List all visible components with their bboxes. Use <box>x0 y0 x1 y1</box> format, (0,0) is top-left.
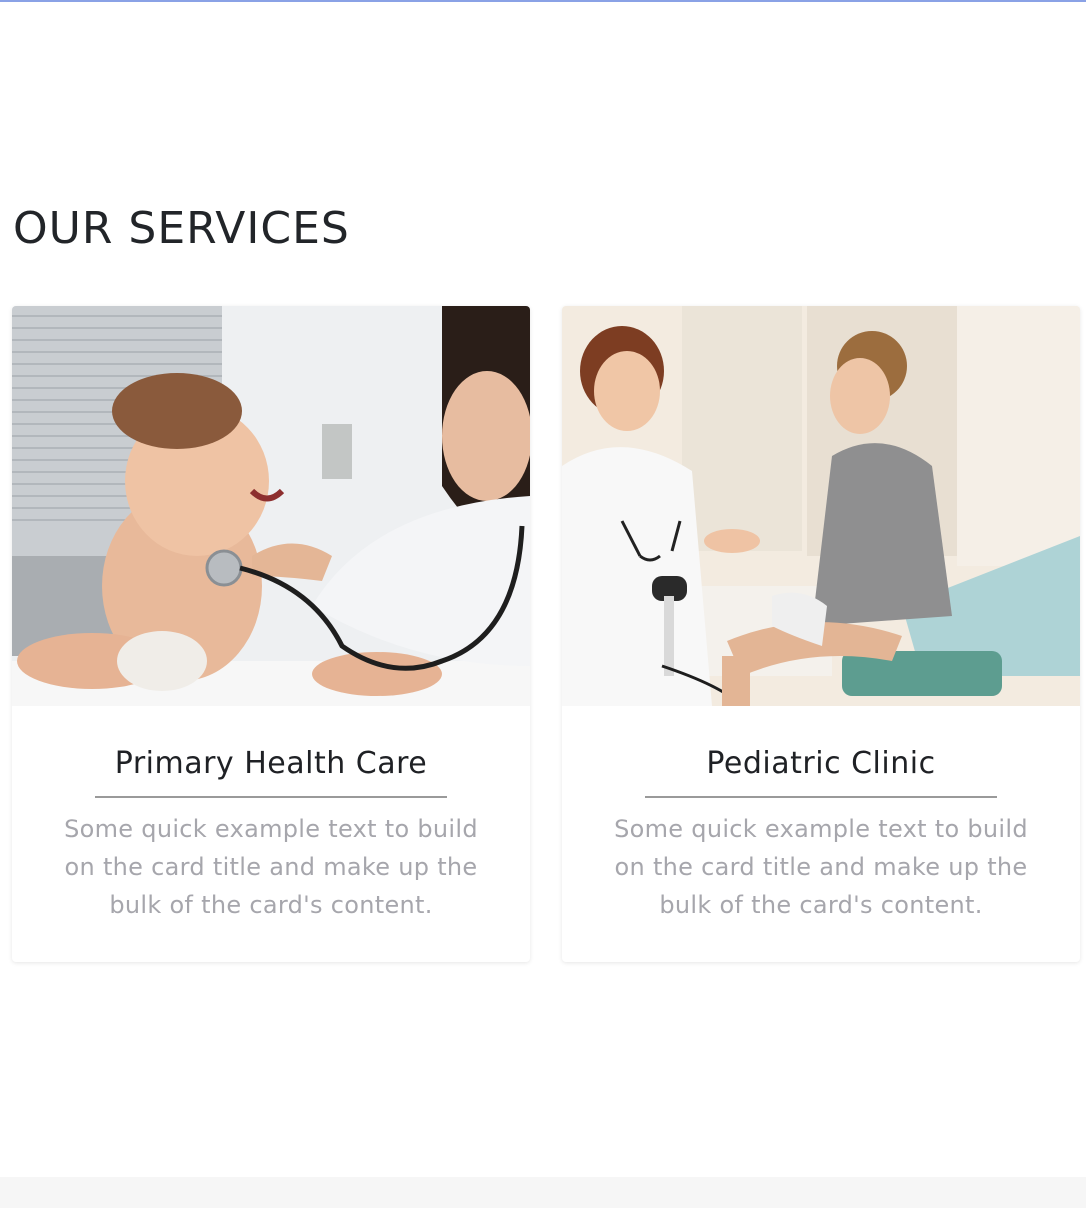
footer-band <box>0 1177 1086 1208</box>
top-accent-line <box>0 0 1086 2</box>
card-divider <box>645 796 997 798</box>
service-card-primary-health-care[interactable]: Primary Health Care Some quick example t… <box>12 306 530 962</box>
card-image-baby-checkup <box>12 306 530 706</box>
card-divider <box>95 796 447 798</box>
service-card-pediatric-clinic[interactable]: Pediatric Clinic Some quick example text… <box>562 306 1080 962</box>
card-image-doctor-consultation <box>562 306 1080 706</box>
card-description: Some quick example text to build on the … <box>64 815 478 919</box>
section-title: OUR SERVICES <box>13 203 350 254</box>
card-title: Primary Health Care <box>114 746 428 781</box>
card-description: Some quick example text to build on the … <box>614 815 1028 919</box>
card-title: Pediatric Clinic <box>706 746 936 781</box>
